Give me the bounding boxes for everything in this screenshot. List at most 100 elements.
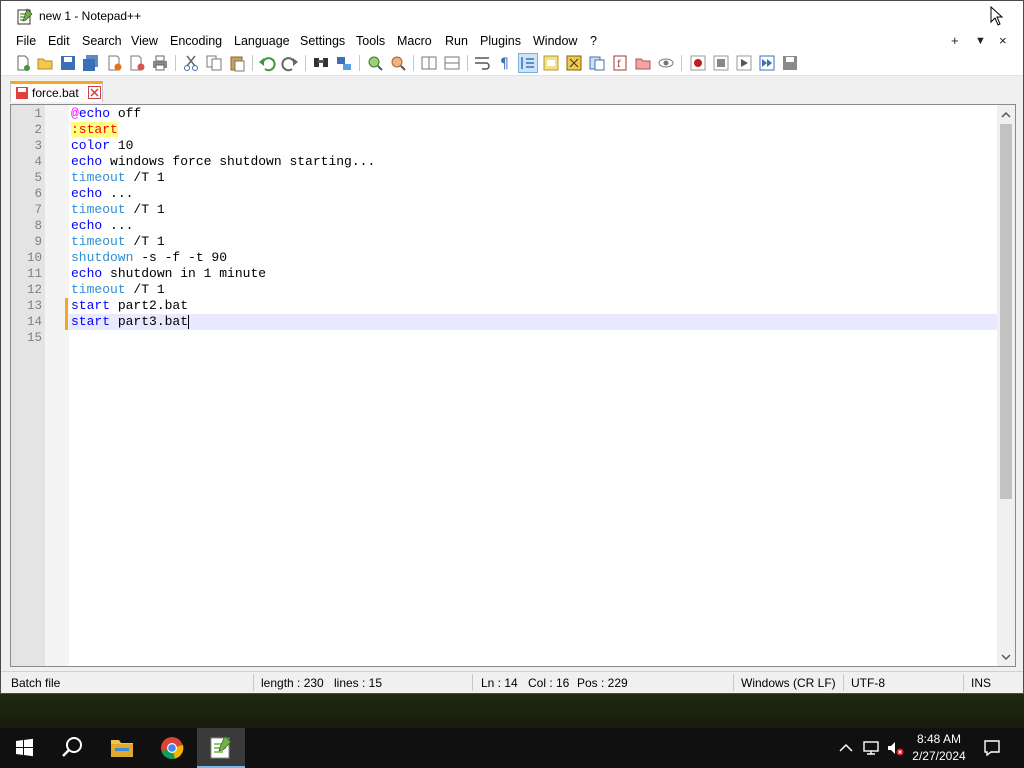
status-divider bbox=[253, 674, 254, 691]
sync-horizontal-scroll-icon[interactable] bbox=[443, 54, 461, 72]
word-wrap-icon[interactable] bbox=[473, 54, 491, 72]
sync-vertical-scroll-icon[interactable] bbox=[420, 54, 438, 72]
menu-help[interactable]: ? bbox=[590, 34, 597, 48]
tab-force-bat[interactable]: force.bat bbox=[10, 81, 103, 102]
menu-file[interactable]: File bbox=[16, 34, 36, 48]
user-defined-language-icon[interactable] bbox=[542, 54, 560, 72]
run-macro-multiple-icon[interactable] bbox=[758, 54, 776, 72]
open-file-icon[interactable] bbox=[36, 54, 54, 72]
record-macro-icon[interactable] bbox=[689, 54, 707, 72]
status-column: Col : 16 bbox=[528, 676, 570, 690]
scrollbar-thumb[interactable] bbox=[1000, 124, 1012, 499]
code-line: @echo off bbox=[69, 106, 997, 122]
stop-macro-icon[interactable] bbox=[712, 54, 730, 72]
close-tab-icon[interactable] bbox=[88, 86, 101, 99]
save-all-icon[interactable] bbox=[82, 54, 100, 72]
toolbar: ¶ f bbox=[1, 51, 1023, 76]
code-text: windows force shutdown starting... bbox=[102, 154, 376, 169]
code-text: part3.bat bbox=[110, 314, 189, 329]
document-list-icon[interactable] bbox=[588, 54, 606, 72]
status-encoding[interactable]: UTF-8 bbox=[851, 676, 885, 690]
menu-window[interactable]: Window bbox=[533, 34, 577, 48]
show-all-characters-icon[interactable]: ¶ bbox=[496, 54, 514, 72]
new-file-icon[interactable] bbox=[14, 54, 32, 72]
menu-edit[interactable]: Edit bbox=[48, 34, 70, 48]
close-document-button[interactable]: × bbox=[999, 33, 1007, 48]
keyword: echo bbox=[71, 218, 103, 233]
code-text: /T 1 bbox=[125, 234, 165, 249]
folder-as-workspace-icon[interactable] bbox=[634, 54, 652, 72]
code-line: echo ... bbox=[69, 218, 997, 234]
cut-icon[interactable] bbox=[182, 54, 200, 72]
redo-icon[interactable] bbox=[281, 54, 299, 72]
vertical-scrollbar[interactable] bbox=[997, 105, 1015, 666]
menu-view[interactable]: View bbox=[131, 34, 158, 48]
keyword: echo bbox=[71, 186, 103, 201]
scroll-down-arrow-icon[interactable] bbox=[1001, 652, 1011, 662]
status-file-type: Batch file bbox=[11, 676, 61, 690]
menu-settings[interactable]: Settings bbox=[300, 34, 345, 48]
editor-pane[interactable]: 1 2 3 4 5 6 7 8 9 10 11 12 13 14 15 @ech… bbox=[10, 104, 1016, 667]
taskbar-notepadpp-button[interactable] bbox=[197, 728, 245, 768]
close-all-icon[interactable] bbox=[128, 54, 146, 72]
file-explorer-icon[interactable] bbox=[98, 728, 146, 768]
zoom-in-icon[interactable] bbox=[366, 54, 384, 72]
menu-search[interactable]: Search bbox=[82, 34, 122, 48]
notepadpp-taskbar-icon bbox=[210, 735, 232, 759]
action-center-notification-icon[interactable] bbox=[982, 738, 1002, 758]
line-number: 11 bbox=[26, 267, 42, 281]
close-file-icon[interactable] bbox=[105, 54, 123, 72]
menu-run[interactable]: Run bbox=[445, 34, 468, 48]
save-macro-icon[interactable] bbox=[781, 54, 799, 72]
keyword: start bbox=[71, 314, 111, 329]
taskbar-clock-time[interactable]: 8:48 AM bbox=[912, 732, 966, 746]
zoom-out-icon[interactable] bbox=[389, 54, 407, 72]
tab-list-dropdown-button[interactable]: ▼ bbox=[975, 35, 986, 47]
find-icon[interactable] bbox=[312, 54, 330, 72]
code-line: timeout /T 1 bbox=[69, 234, 997, 250]
volume-muted-icon[interactable] bbox=[885, 738, 905, 758]
taskbar-clock-date[interactable]: 2/27/2024 bbox=[906, 749, 972, 763]
code-text: -s -f -t 90 bbox=[133, 250, 228, 265]
code-text: shutdown in 1 minute bbox=[102, 266, 267, 281]
menu-tools[interactable]: Tools bbox=[356, 34, 385, 48]
chrome-icon[interactable] bbox=[148, 728, 196, 768]
line-number: 15 bbox=[26, 331, 42, 345]
code-text: /T 1 bbox=[125, 202, 165, 217]
undo-icon[interactable] bbox=[258, 54, 276, 72]
network-icon[interactable] bbox=[861, 738, 881, 758]
tab-bar: force.bat bbox=[1, 77, 1023, 103]
function-list-icon[interactable]: f bbox=[611, 54, 629, 72]
status-eol-format[interactable]: Windows (CR LF) bbox=[741, 676, 836, 690]
new-tab-button[interactable]: + bbox=[951, 33, 959, 48]
menu-macro[interactable]: Macro bbox=[397, 34, 432, 48]
monitoring-icon[interactable] bbox=[657, 54, 675, 72]
code-line: start part2.bat bbox=[69, 298, 997, 314]
scroll-up-arrow-icon[interactable] bbox=[1001, 110, 1011, 120]
status-insert-mode[interactable]: INS bbox=[971, 676, 991, 690]
line-number: 8 bbox=[34, 219, 42, 233]
unsaved-file-icon bbox=[16, 87, 28, 99]
copy-icon[interactable] bbox=[205, 54, 223, 72]
fold-margin bbox=[45, 105, 69, 666]
window-title: new 1 - Notepad++ bbox=[39, 9, 142, 23]
current-code-line: start part3.bat bbox=[69, 314, 997, 330]
keyword: echo bbox=[71, 266, 103, 281]
start-button-windows-icon[interactable] bbox=[0, 728, 48, 768]
menu-encoding[interactable]: Encoding bbox=[170, 34, 222, 48]
code-area[interactable]: @echo off :start color 10 echo windows f… bbox=[69, 105, 997, 666]
search-icon[interactable] bbox=[48, 728, 96, 768]
paste-icon[interactable] bbox=[228, 54, 246, 72]
replace-icon[interactable] bbox=[335, 54, 353, 72]
command: timeout bbox=[71, 202, 126, 217]
tab-label: force.bat bbox=[32, 86, 79, 100]
document-map-icon[interactable] bbox=[565, 54, 583, 72]
show-hidden-icons-chevron-icon[interactable] bbox=[836, 738, 856, 758]
save-icon[interactable] bbox=[59, 54, 77, 72]
menu-plugins[interactable]: Plugins bbox=[480, 34, 521, 48]
indent-guide-icon[interactable] bbox=[518, 53, 538, 73]
playback-macro-icon[interactable] bbox=[735, 54, 753, 72]
text-caret bbox=[188, 314, 190, 329]
print-icon[interactable] bbox=[151, 54, 169, 72]
menu-language[interactable]: Language bbox=[234, 34, 290, 48]
